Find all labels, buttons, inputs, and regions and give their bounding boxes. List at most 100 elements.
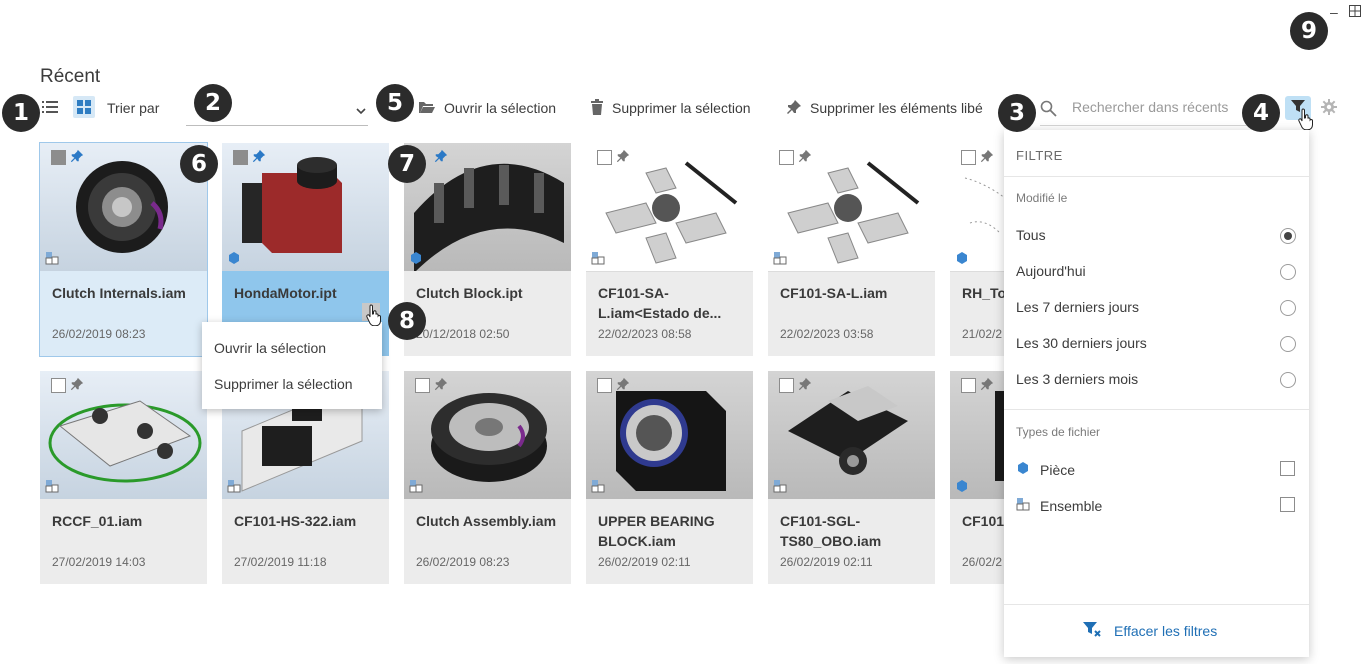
select-checkbox[interactable] xyxy=(961,150,976,165)
filter-type-assembly[interactable]: Ensemble xyxy=(1016,497,1102,514)
file-name: UPPER BEARING BLOCK.iam xyxy=(598,513,715,549)
filter-option-today[interactable]: Aujourd'hui xyxy=(1016,263,1086,279)
file-name: CF101-SGL-TS80_OBO.iam xyxy=(780,513,882,549)
delete-selection-label: Supprimer la sélection xyxy=(612,100,751,116)
file-name: CF101-SA-L.iam xyxy=(780,285,888,301)
sort-label: Trier par xyxy=(107,100,160,116)
file-card[interactable]: RCCF_01.iam 27/02/2019 14:03 xyxy=(40,371,207,584)
hand-cursor-icon xyxy=(366,304,382,331)
assembly-icon xyxy=(45,251,59,270)
file-card[interactable]: Clutch Assembly.iam 26/02/2019 08:23 xyxy=(404,371,571,584)
file-name: Clutch Assembly.iam xyxy=(416,513,557,529)
assembly-checkbox[interactable] xyxy=(1280,497,1295,512)
delete-released-label: Supprimer les éléments libé xyxy=(810,100,983,116)
chevron-down-icon xyxy=(356,102,366,120)
select-checkbox[interactable] xyxy=(597,150,612,165)
callout-badge: 4 xyxy=(1242,94,1280,132)
filter-type-part-label: Pièce xyxy=(1040,461,1076,478)
callout-badge: 1 xyxy=(2,94,40,132)
pin-icon[interactable] xyxy=(798,149,812,168)
pin-icon[interactable] xyxy=(616,149,630,168)
filter-title: FILTRE xyxy=(1016,148,1063,163)
select-checkbox[interactable] xyxy=(779,150,794,165)
delete-released-button[interactable]: Supprimer les éléments libé xyxy=(786,98,983,118)
assembly-icon xyxy=(773,479,787,498)
grid-view-icon[interactable] xyxy=(73,96,95,118)
file-card[interactable]: CF101-SGL-TS80_OBO.iam 26/02/2019 02:11 xyxy=(768,371,935,584)
context-open-item[interactable]: Ouvrir la sélection xyxy=(214,340,326,356)
select-checkbox[interactable] xyxy=(779,378,794,393)
search-box[interactable] xyxy=(1040,92,1248,126)
file-card[interactable]: UPPER BEARING BLOCK.iam 26/02/2019 02:11 xyxy=(586,371,753,584)
file-date: 27/02/2019 14:03 xyxy=(52,555,146,569)
assembly-icon xyxy=(773,251,787,270)
open-selection-button[interactable]: Ouvrir la sélection xyxy=(418,98,556,118)
pin-icon[interactable] xyxy=(70,149,84,168)
radio-all[interactable] xyxy=(1280,228,1296,244)
select-checkbox[interactable] xyxy=(597,378,612,393)
radio-30-days[interactable] xyxy=(1280,336,1296,352)
assembly-icon xyxy=(1016,497,1030,514)
filter-option-30-days[interactable]: Les 30 derniers jours xyxy=(1016,335,1147,351)
search-input[interactable] xyxy=(1070,98,1245,116)
callout-badge: 8 xyxy=(388,302,426,340)
list-view-icon[interactable] xyxy=(42,100,58,119)
callout-badge: 5 xyxy=(376,84,414,122)
select-checkbox[interactable] xyxy=(415,378,430,393)
callout-badge: 2 xyxy=(194,84,232,122)
part-icon xyxy=(955,479,969,498)
delete-selection-button[interactable]: Supprimer la sélection xyxy=(590,98,751,118)
filter-type-part[interactable]: Pièce xyxy=(1016,461,1075,478)
layout-icon[interactable] xyxy=(1349,4,1361,20)
pin-icon[interactable] xyxy=(980,377,994,396)
minimize-icon[interactable]: – xyxy=(1330,4,1338,20)
thumbnail xyxy=(404,143,571,271)
filter-option-3-months[interactable]: Les 3 derniers mois xyxy=(1016,371,1138,387)
file-card[interactable]: CF101-SA-L.iam 22/02/2023 03:58 xyxy=(768,143,935,356)
divider xyxy=(1004,176,1309,177)
file-name: HondaMotor.ipt xyxy=(234,285,337,301)
pin-icon[interactable] xyxy=(434,377,448,396)
filter-type-assembly-label: Ensemble xyxy=(1040,497,1103,514)
file-date: 26/02/2019 02:11 xyxy=(780,555,873,569)
select-checkbox[interactable] xyxy=(233,150,248,165)
file-card[interactable]: Clutch Block.ipt 20/12/2018 02:50 xyxy=(404,143,571,356)
pin-icon[interactable] xyxy=(980,149,994,168)
select-checkbox[interactable] xyxy=(51,378,66,393)
part-icon xyxy=(227,251,241,270)
part-checkbox[interactable] xyxy=(1280,461,1295,476)
clear-filters-button[interactable]: Effacer les filtres xyxy=(1082,621,1217,640)
trash-icon xyxy=(590,98,612,118)
assembly-icon xyxy=(591,251,605,270)
context-delete-item[interactable]: Supprimer la sélection xyxy=(214,376,353,392)
gear-icon[interactable] xyxy=(1320,98,1338,121)
file-date: 27/02/2019 11:18 xyxy=(234,555,327,569)
divider xyxy=(1004,604,1309,605)
context-menu: Ouvrir la sélection Supprimer la sélecti… xyxy=(202,322,382,409)
search-icon xyxy=(1040,100,1057,122)
pin-icon[interactable] xyxy=(252,149,266,168)
radio-today[interactable] xyxy=(1280,264,1296,280)
assembly-icon xyxy=(227,479,241,498)
file-date: 22/02/2023 08:58 xyxy=(598,327,692,341)
select-checkbox[interactable] xyxy=(51,150,66,165)
filter-option-7-days[interactable]: Les 7 derniers jours xyxy=(1016,299,1139,315)
pin-icon[interactable] xyxy=(70,377,84,396)
radio-7-days[interactable] xyxy=(1280,300,1296,316)
select-checkbox[interactable] xyxy=(961,378,976,393)
radio-3-months[interactable] xyxy=(1280,372,1296,388)
file-date: 26/02/2019 02:11 xyxy=(598,555,691,569)
callout-badge: 7 xyxy=(388,145,426,183)
file-card[interactable]: Clutch Internals.iam 26/02/2019 08:23 xyxy=(39,142,208,357)
file-date: 21/02/2 xyxy=(962,327,1003,341)
pin-icon[interactable] xyxy=(616,377,630,396)
pin-icon[interactable] xyxy=(798,377,812,396)
callout-badge: 6 xyxy=(180,145,218,183)
folder-open-icon xyxy=(418,100,444,117)
open-selection-label: Ouvrir la sélection xyxy=(444,100,557,116)
divider xyxy=(1004,409,1309,410)
file-card[interactable]: CF101-SA-L.iam<Estado de... 22/02/2023 0… xyxy=(586,143,753,356)
pin-icon[interactable] xyxy=(434,149,448,168)
file-name: RCCF_01.iam xyxy=(52,513,143,529)
filter-option-all[interactable]: Tous xyxy=(1016,227,1046,243)
